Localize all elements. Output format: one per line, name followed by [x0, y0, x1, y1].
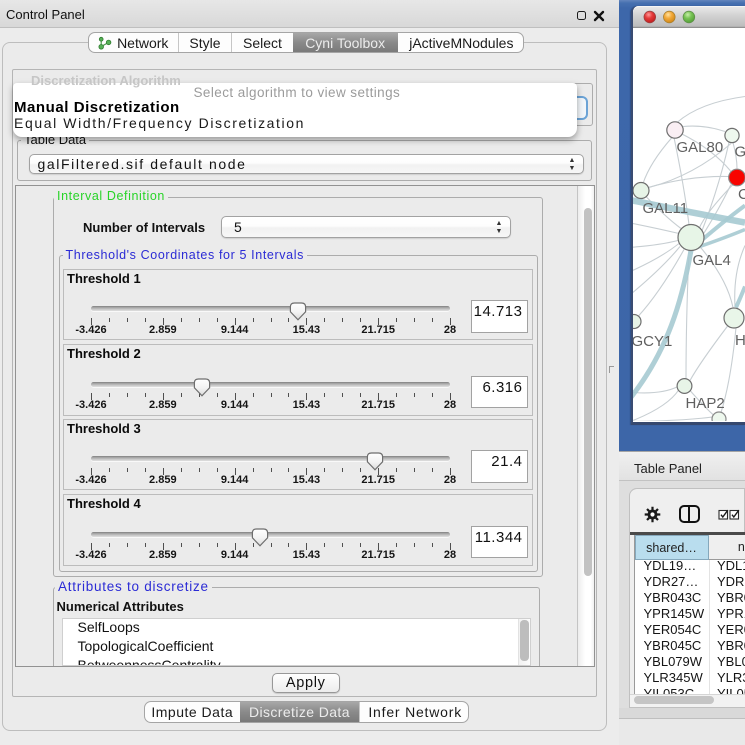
svg-text:GAL4: GAL4: [693, 252, 731, 269]
svg-text:GCY1: GCY1: [633, 333, 672, 350]
svg-text:GA: GA: [735, 143, 745, 160]
svg-text:GAL80: GAL80: [677, 139, 724, 156]
svg-text:GAL11: GAL11: [643, 200, 689, 217]
svg-text:HI: HI: [735, 332, 745, 349]
svg-text:HAP2: HAP2: [686, 395, 725, 412]
svg-text:C: C: [738, 186, 745, 203]
